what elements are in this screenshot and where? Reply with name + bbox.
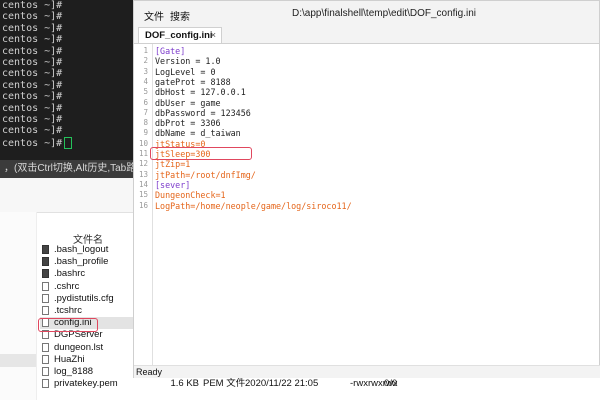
terminal-prompt: centos ~]#	[2, 137, 63, 149]
config-file-highlight	[38, 318, 98, 332]
editor-tabbar: DOF_config.ini ×	[134, 25, 599, 44]
code-line[interactable]: LogLevel = 0	[155, 67, 216, 77]
file-name: dungeon.lst	[54, 341, 104, 353]
file-name: log_8188	[54, 365, 94, 377]
code-line[interactable]: dbName = d_taiwan	[155, 128, 241, 138]
editor-status-bar: Ready	[134, 365, 600, 378]
code-line[interactable]: dbUser = game	[155, 98, 221, 108]
code-line[interactable]: [Gate]	[155, 46, 185, 56]
line-number: 4	[143, 76, 148, 86]
line-number-gutter: 1 2 3 4 5 6 7 8 9 10 11 12 13 14 15 16	[134, 44, 153, 365]
doc-icon	[42, 379, 49, 389]
tab-dof-config[interactable]: DOF_config.ini ×	[138, 27, 222, 43]
menu-search[interactable]: 搜索	[170, 8, 190, 23]
file-date: 2020/11/22 21:05	[245, 378, 319, 390]
file-name: privatekey.pem	[54, 378, 118, 390]
doc-icon	[42, 366, 49, 376]
line-number: 1	[143, 46, 148, 55]
code-line[interactable]: dbHost = 127.0.0.1	[155, 87, 246, 97]
editor-menubar: 文件 搜索 D:\app\finalshell\temp\edit\DOF_co…	[134, 1, 599, 25]
line-number: 12	[138, 159, 148, 169]
file-name: .cshrc	[54, 280, 80, 292]
directory-tree-selected-row[interactable]	[0, 354, 36, 367]
menu-file[interactable]: 文件	[144, 8, 164, 23]
file-row[interactable]: privatekey.pem 1.6 KB PEM 文件 2020/11/22 21:…	[40, 378, 600, 390]
line-number: 13	[138, 169, 148, 179]
code-line[interactable]: dbPassword = 123456	[155, 108, 251, 118]
line-number: 5	[143, 87, 148, 97]
password-highlight	[150, 147, 252, 160]
line-number: 9	[143, 128, 148, 138]
tab-title: DOF_config.ini	[145, 30, 213, 41]
line-number: 11	[138, 149, 148, 158]
file-owner: 0/0	[384, 378, 398, 390]
code-line[interactable]: gateProt = 8188	[155, 77, 231, 87]
doc-icon	[42, 305, 49, 315]
doc-icon	[42, 281, 49, 291]
file-type: PEM 文件	[203, 378, 246, 390]
file-name: .bashrc	[54, 268, 86, 280]
line-number: 10	[138, 138, 148, 148]
line-number: 14	[138, 179, 148, 189]
terminal-cursor	[64, 136, 73, 149]
doc-dark-icon	[42, 245, 49, 254]
line-number: 7	[143, 107, 148, 117]
file-name: .bash_profile	[54, 256, 109, 268]
directory-tree[interactable]	[0, 212, 37, 400]
line-number: 2	[143, 56, 148, 66]
editor-body[interactable]: 1 2 3 4 5 6 7 8 9 10 11 12 13 14 15 16 [Gate] Version = …	[134, 44, 599, 365]
doc-dark-icon	[42, 269, 49, 279]
doc-dark-icon	[42, 257, 49, 267]
line-number: 15	[138, 190, 148, 200]
file-name: .pydistutils.cfg	[54, 292, 114, 304]
code-line[interactable]: jtZip=1	[155, 159, 190, 169]
file-name: HuaZhi	[54, 353, 85, 365]
line-number: 6	[143, 97, 148, 107]
code-line[interactable]: dbProt = 3306	[155, 118, 221, 128]
line-number: 8	[143, 118, 148, 128]
close-icon[interactable]: ×	[210, 28, 216, 43]
code-line[interactable]: LogPath=/home/neople/game/log/siroco11/	[155, 201, 352, 211]
file-name: .tcshrc	[54, 304, 82, 316]
gear-doc-icon	[42, 293, 49, 303]
code-line[interactable]: jtPath=/root/dnfImg/	[155, 170, 256, 180]
file-name: .bash_logout	[54, 244, 109, 255]
doc-icon	[42, 354, 49, 364]
editor-file-path: D:\app\finalshell\temp\edit\DOF_config.i…	[292, 8, 476, 19]
code-line[interactable]: Version = 1.0	[155, 56, 221, 66]
doc-icon	[42, 342, 49, 352]
line-number: 16	[138, 200, 148, 210]
code-line[interactable]: [sever]	[155, 180, 190, 190]
file-size: 1.6 KB	[170, 378, 199, 390]
code-line[interactable]: DungeonCheck=1	[155, 190, 226, 200]
editor-window: 文件 搜索 D:\app\finalshell\temp\edit\DOF_co…	[133, 0, 600, 378]
line-number: 3	[143, 66, 148, 76]
